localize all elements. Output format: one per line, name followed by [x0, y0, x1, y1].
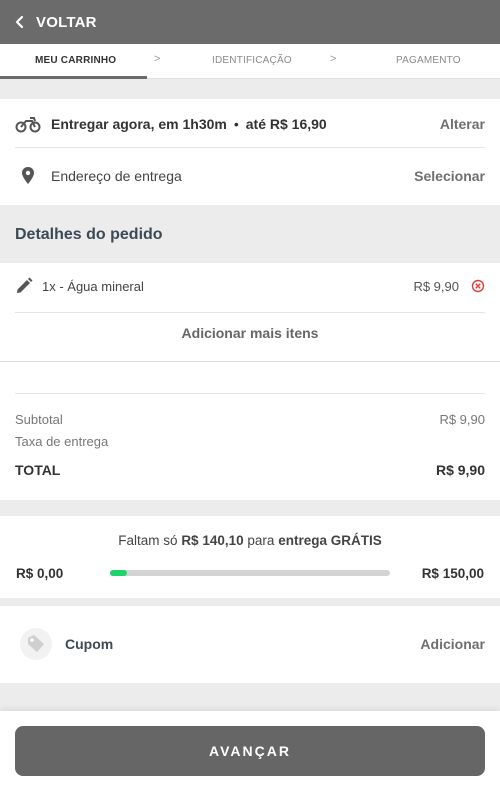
chevron-left-icon	[15, 16, 24, 28]
free-shipping-message: Faltam só R$ 140,10 para entrega GRÁTIS	[0, 533, 500, 548]
list-item: 1x - Água mineral R$ 9,90	[15, 275, 485, 297]
total-row: TOTAL R$ 9,90	[15, 461, 485, 479]
checkout-steps: MEU CARRINHO > IDENTIFICAÇÃO > PAGAMENTO	[0, 44, 500, 79]
back-button[interactable]: VOLTAR	[0, 0, 97, 44]
step-separator: >	[330, 53, 337, 65]
top-bar: VOLTAR	[0, 0, 500, 44]
progress-fill	[110, 570, 127, 576]
location-pin-icon	[22, 167, 34, 184]
item-name: 1x - Água mineral	[42, 278, 144, 294]
step-separator: >	[154, 53, 161, 65]
free-shipping-progress-bar	[110, 570, 390, 576]
subtotal-value: R$ 9,90	[439, 411, 485, 427]
delivery-price-text: até R$ 16,90	[245, 116, 327, 132]
coupon-row[interactable]: Cupom Adicionar	[15, 626, 485, 662]
summary-card: Subtotal R$ 9,90 Taxa de entrega TOTAL R…	[0, 362, 500, 500]
progress-max-label: R$ 150,00	[421, 566, 484, 581]
divider	[15, 147, 485, 148]
divider	[15, 393, 485, 394]
address-label: Endereço de entrega	[51, 168, 182, 184]
free-shipping-prefix: Faltam só	[118, 533, 178, 548]
active-step-indicator	[0, 76, 147, 79]
add-more-items-button[interactable]: Adicionar mais itens	[0, 325, 500, 341]
free-shipping-remaining: R$ 140,10	[181, 533, 244, 548]
delivery-row: Entregar agora, em 1h30m • até R$ 16,90 …	[15, 112, 485, 136]
delivery-time-text: Entregar agora, em 1h30m	[51, 116, 227, 132]
free-shipping-middle: para	[247, 533, 275, 548]
free-shipping-card: Faltam só R$ 140,10 para entrega GRÁTIS …	[0, 516, 500, 598]
select-address-button[interactable]: Selecionar	[414, 168, 485, 184]
pencil-icon[interactable]	[15, 277, 33, 295]
motorcycle-icon	[15, 117, 41, 133]
free-shipping-goal: entrega GRÁTIS	[278, 533, 382, 548]
change-delivery-button[interactable]: Alterar	[440, 116, 485, 132]
order-details-title: Detalhes do pedido	[15, 226, 163, 243]
delivery-fee-row: Taxa de entrega	[15, 432, 485, 450]
coupon-tag-icon	[20, 628, 52, 660]
footer-bar: AVANÇAR	[0, 711, 500, 791]
remove-icon[interactable]	[471, 279, 485, 293]
items-card: 1x - Água mineral R$ 9,90 Adicionar mais…	[0, 263, 500, 362]
total-value: R$ 9,90	[435, 462, 485, 478]
item-price: R$ 9,90	[413, 278, 459, 294]
progress-min-label: R$ 0,00	[16, 566, 64, 581]
coupon-label: Cupom	[65, 636, 114, 652]
add-coupon-button[interactable]: Adicionar	[420, 636, 485, 652]
subtotal-label: Subtotal	[15, 411, 63, 427]
subtotal-row: Subtotal R$ 9,90	[15, 410, 485, 428]
advance-button[interactable]: AVANÇAR	[15, 726, 485, 776]
step-identificacao[interactable]: IDENTIFICAÇÃO	[212, 55, 292, 66]
bullet-separator: •	[233, 116, 239, 132]
delivery-fee-label: Taxa de entrega	[15, 433, 109, 449]
address-row[interactable]: Endereço de entrega Selecionar	[15, 164, 485, 188]
back-label: VOLTAR	[36, 13, 97, 31]
divider	[15, 312, 485, 313]
coupon-card[interactable]: Cupom Adicionar	[0, 606, 500, 683]
delivery-card: Entregar agora, em 1h30m • até R$ 16,90 …	[0, 99, 500, 205]
total-label: TOTAL	[15, 462, 61, 478]
step-pagamento[interactable]: PAGAMENTO	[396, 55, 461, 66]
step-meu-carrinho[interactable]: MEU CARRINHO	[35, 55, 116, 66]
